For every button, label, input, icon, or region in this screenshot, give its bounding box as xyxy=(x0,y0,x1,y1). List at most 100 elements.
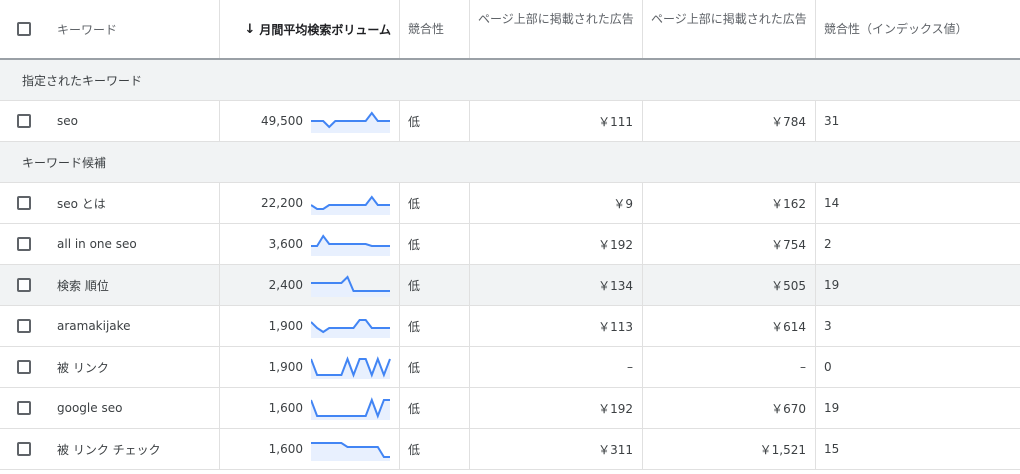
keyword-cell: 被 リンク チェック xyxy=(48,429,220,469)
row-checkbox[interactable] xyxy=(17,401,31,415)
volume-value: 3,600 xyxy=(268,237,303,251)
row-checkbox[interactable] xyxy=(17,360,31,374)
row-checkbox-cell[interactable] xyxy=(0,306,48,346)
table-row[interactable]: all in one seo 3,600 低 ￥192 ￥754 2 xyxy=(0,224,1020,265)
bid-high-cell: ￥784 xyxy=(643,101,816,141)
column-volume[interactable]: ↓ 月間平均検索ボリューム xyxy=(220,0,400,58)
bid-high-value: – xyxy=(800,360,806,374)
row-checkbox[interactable] xyxy=(17,196,31,210)
volume-cell: 2,400 xyxy=(220,265,400,305)
group-suggestions-label: キーワード候補 xyxy=(22,155,107,170)
competition-cell: 低 xyxy=(400,347,470,387)
row-checkbox[interactable] xyxy=(17,278,31,292)
bid-low-value: ￥111 xyxy=(598,114,633,129)
competition-cell: 低 xyxy=(400,429,470,469)
competition-value: 低 xyxy=(408,319,421,334)
row-checkbox-cell[interactable] xyxy=(0,224,48,264)
bid-high-value: ￥1,521 xyxy=(759,442,806,457)
bid-high-value: ￥670 xyxy=(771,401,806,416)
competition-cell: 低 xyxy=(400,388,470,428)
row-checkbox[interactable] xyxy=(17,237,31,251)
competition-value: 低 xyxy=(408,278,421,293)
competition-value: 低 xyxy=(408,237,421,252)
competition-cell: 低 xyxy=(400,306,470,346)
column-volume-label: 月間平均検索ボリューム xyxy=(259,22,391,37)
bid-low-value: ￥9 xyxy=(613,196,633,211)
group-specified-label: 指定されたキーワード xyxy=(22,73,143,88)
trend-sparkline xyxy=(311,234,390,256)
row-checkbox-cell[interactable] xyxy=(0,183,48,223)
table-row[interactable]: seo 49,500 低 ￥111 ￥784 31 xyxy=(0,101,1020,142)
competition-index-cell: 2 xyxy=(816,224,1020,264)
row-checkbox[interactable] xyxy=(17,114,31,128)
column-bid-low[interactable]: ページ上部に掲載された広告 xyxy=(470,0,643,58)
trend-sparkline xyxy=(311,356,391,379)
competition-index-value: 19 xyxy=(824,278,840,292)
bid-low-value: ￥192 xyxy=(598,237,633,252)
competition-index-value: 3 xyxy=(824,319,832,333)
trend-sparkline xyxy=(311,442,390,461)
volume-cell: 49,500 xyxy=(220,101,400,141)
trend-area xyxy=(311,277,390,297)
competition-cell: 低 xyxy=(400,101,470,141)
keyword-value: aramakijake xyxy=(57,319,131,333)
competition-value: 低 xyxy=(408,196,421,211)
group-keyword-suggestions: キーワード候補 xyxy=(0,142,1020,183)
table-row[interactable]: 検索 順位 2,400 低 ￥134 ￥505 19 xyxy=(0,265,1020,306)
table-row[interactable]: google seo 1,600 低 ￥192 ￥670 19 xyxy=(0,388,1020,429)
row-checkbox-cell[interactable] xyxy=(0,388,48,428)
competition-cell: 低 xyxy=(400,183,470,223)
volume-value: 2,400 xyxy=(268,278,303,292)
bid-high-value: ￥754 xyxy=(771,237,806,252)
row-checkbox[interactable] xyxy=(17,442,31,456)
bid-high-cell: ￥1,521 xyxy=(643,429,816,469)
competition-cell: 低 xyxy=(400,224,470,264)
trend-sparkline xyxy=(311,195,390,215)
column-bid-high[interactable]: ページ上部に掲載された広告 xyxy=(643,0,816,58)
table-row[interactable]: 被 リンク 1,900 低 – – 0 xyxy=(0,347,1020,388)
column-competition-index-label: 競合性（インデックス値） xyxy=(824,22,968,36)
volume-value: 1,900 xyxy=(268,360,303,374)
bid-high-cell: ￥670 xyxy=(643,388,816,428)
competition-value: 低 xyxy=(408,114,421,129)
bid-high-cell: ￥505 xyxy=(643,265,816,305)
row-checkbox-cell[interactable] xyxy=(0,265,48,305)
competition-index-cell: 3 xyxy=(816,306,1020,346)
volume-cell: 1,900 xyxy=(220,347,400,387)
competition-index-value: 15 xyxy=(824,442,840,456)
column-competition[interactable]: 競合性 xyxy=(400,0,470,58)
bid-high-value: ￥614 xyxy=(771,319,806,334)
select-all-checkbox[interactable] xyxy=(17,22,31,36)
column-competition-index[interactable]: 競合性（インデックス値） xyxy=(816,0,1020,58)
column-keyword[interactable]: キーワード xyxy=(48,0,220,58)
competition-index-cell: 19 xyxy=(816,388,1020,428)
table-row[interactable]: aramakijake 1,900 低 ￥113 ￥614 3 xyxy=(0,306,1020,347)
select-all-checkbox-cell[interactable] xyxy=(0,0,48,58)
table-row[interactable]: seo とは 22,200 低 ￥9 ￥162 14 xyxy=(0,183,1020,224)
row-checkbox-cell[interactable] xyxy=(0,429,48,469)
bid-high-cell: ￥614 xyxy=(643,306,816,346)
volume-value: 1,900 xyxy=(268,319,303,333)
bid-low-cell: ￥192 xyxy=(470,388,643,428)
competition-index-cell: 0 xyxy=(816,347,1020,387)
competition-index-value: 19 xyxy=(824,401,840,415)
volume-value: 1,600 xyxy=(268,401,303,415)
competition-index-value: 14 xyxy=(824,196,840,210)
row-checkbox-cell[interactable] xyxy=(0,101,48,141)
bid-low-cell: ￥192 xyxy=(470,224,643,264)
row-checkbox[interactable] xyxy=(17,319,31,333)
bid-low-cell: ￥134 xyxy=(470,265,643,305)
volume-value: 1,600 xyxy=(268,442,303,456)
table-row[interactable]: 被 リンク チェック 1,600 低 ￥311 ￥1,521 15 xyxy=(0,429,1020,470)
bid-high-value: ￥162 xyxy=(771,196,806,211)
bid-low-cell: ￥113 xyxy=(470,306,643,346)
trend-sparkline xyxy=(311,319,390,338)
table-header: キーワード ↓ 月間平均検索ボリューム 競合性 ページ上部に掲載された広告 ペー… xyxy=(0,0,1020,60)
bid-high-cell: ￥162 xyxy=(643,183,816,223)
column-bid-high-label: ページ上部に掲載された広告 xyxy=(651,12,807,26)
bid-high-cell: – xyxy=(643,347,816,387)
row-checkbox-cell[interactable] xyxy=(0,347,48,387)
keyword-cell: seo xyxy=(48,101,220,141)
competition-cell: 低 xyxy=(400,265,470,305)
keyword-cell: all in one seo xyxy=(48,224,220,264)
